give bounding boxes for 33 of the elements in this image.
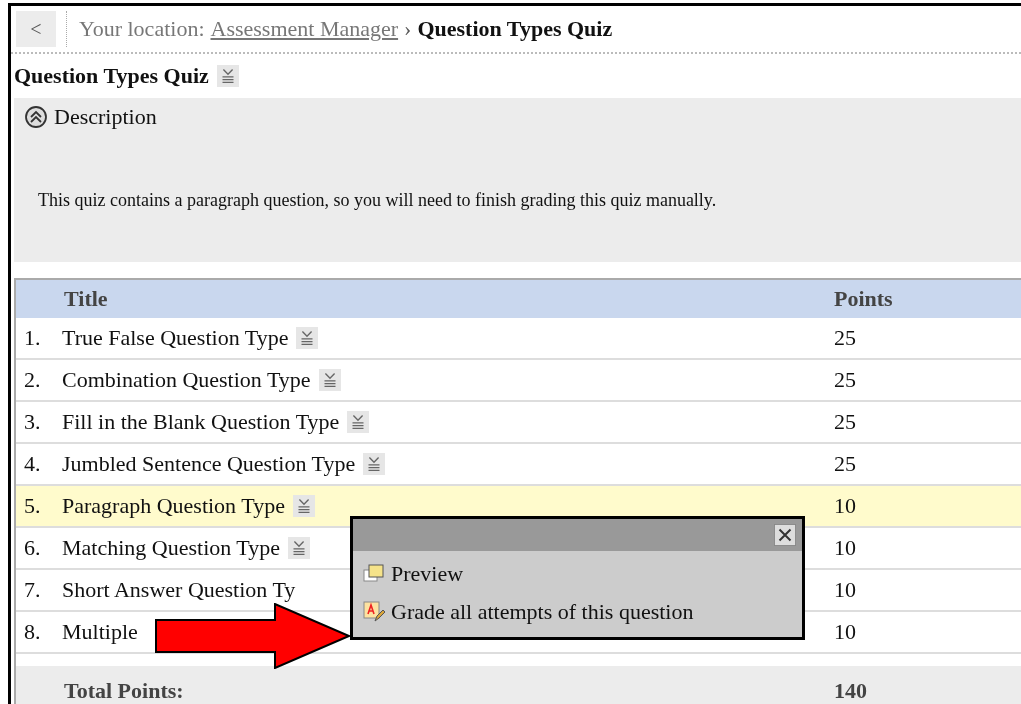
points-cell-text: 10	[834, 493, 857, 519]
row-number: 6.	[24, 535, 42, 561]
total-label: Total Points:	[63, 678, 185, 704]
points-cell-text: 10	[834, 619, 857, 645]
question-title: Fill in the Blank Question Type	[62, 409, 340, 435]
column-header: Points	[834, 286, 894, 312]
question-title: Combination Question Type	[62, 367, 311, 393]
points-cell-text: 25	[834, 367, 857, 393]
row-number: 3.	[24, 409, 42, 435]
row-number: 5.	[24, 493, 42, 519]
total-points: 140	[834, 678, 868, 704]
row-number: 4.	[24, 451, 42, 477]
breadcrumb-separator: ›	[404, 16, 412, 42]
points-cell-text: 25	[834, 409, 857, 435]
points-cell-text: 10	[834, 535, 857, 561]
breadcrumb-current: Question Types Quiz	[417, 16, 613, 42]
row-number: 7.	[24, 577, 42, 603]
column-header: Title	[63, 286, 109, 312]
question-title: Jumbled Sentence Question Type	[62, 451, 356, 477]
question-title: Matching Question Type	[62, 535, 281, 561]
points-cell-text: 25	[834, 325, 857, 351]
question-title: Paragraph Question Type	[62, 493, 285, 519]
question-title: Short Answer Question Ty	[62, 577, 296, 603]
question-title: True False Question Type	[62, 325, 289, 351]
row-number: 2.	[24, 367, 42, 393]
points-cell-text: 25	[834, 451, 857, 477]
question-title: Multiple	[62, 619, 138, 645]
points-cell-text: 10	[834, 577, 857, 603]
quiz-title: Question Types Quiz	[14, 63, 209, 89]
row-number: 1.	[24, 325, 42, 351]
description-text: This quiz contains a paragraph question, so you will need to finish grading this quiz manually.	[38, 190, 718, 211]
location-label: Your location:	[79, 16, 205, 42]
row-number: 8.	[24, 619, 42, 645]
